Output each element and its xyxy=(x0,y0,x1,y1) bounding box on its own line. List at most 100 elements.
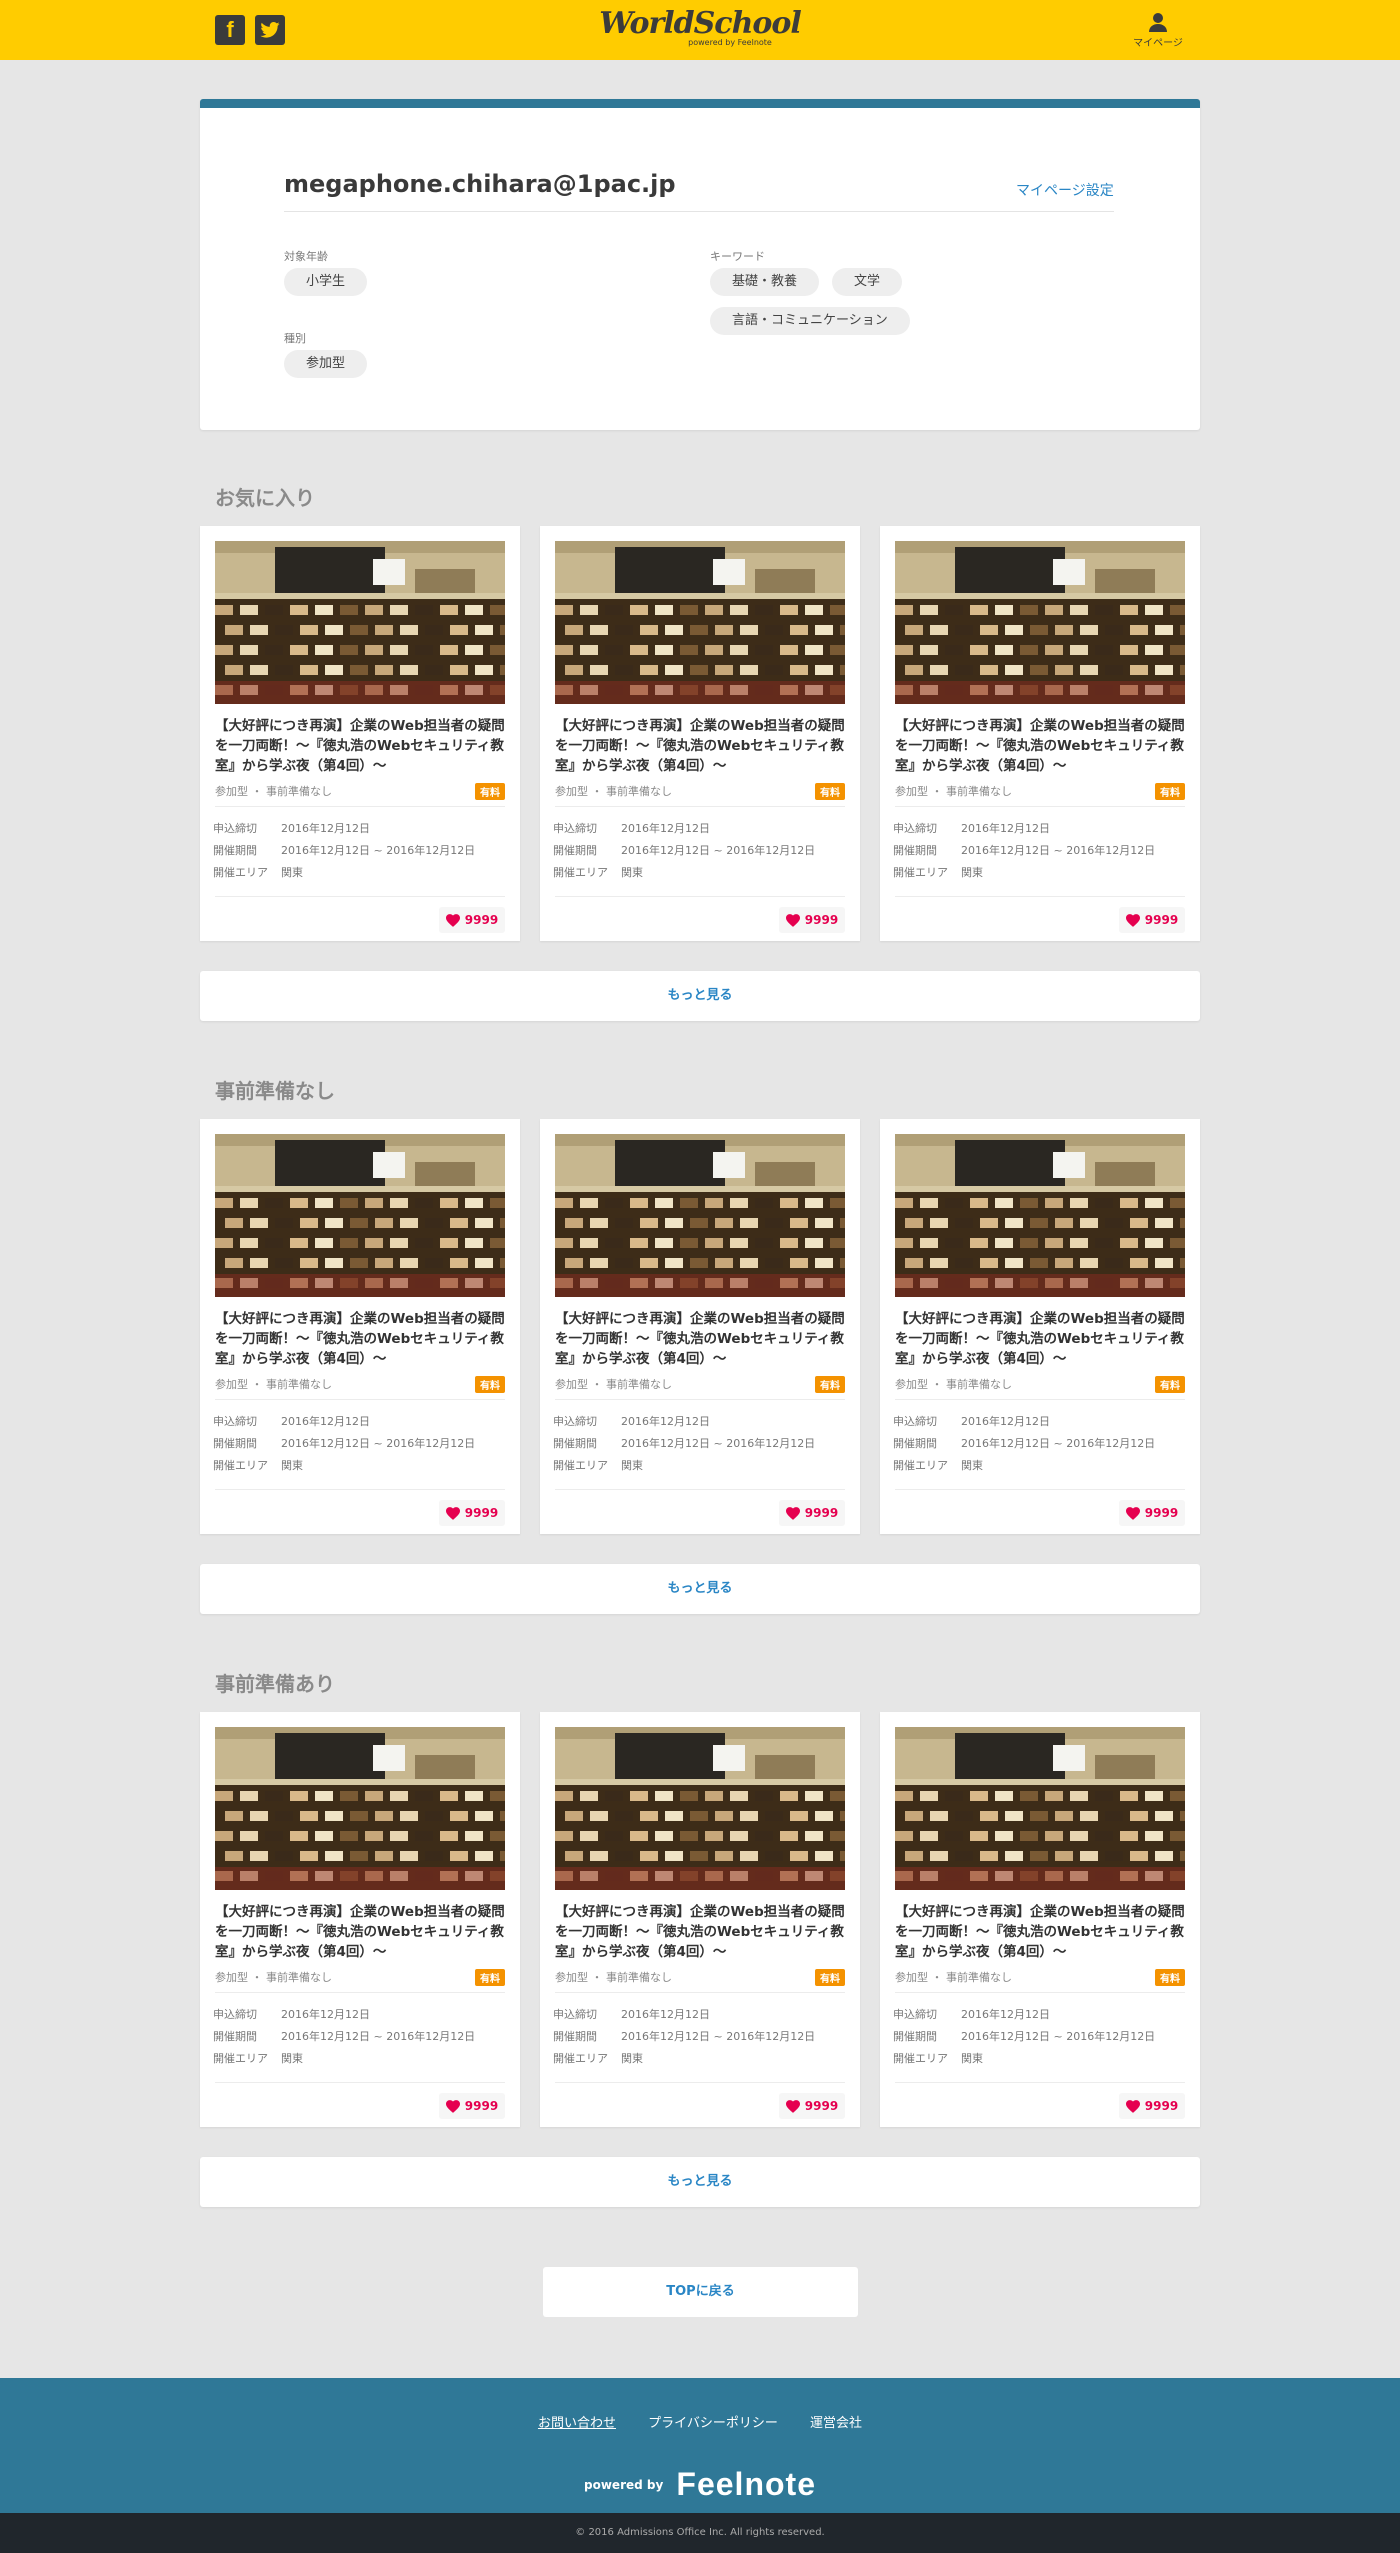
divider xyxy=(895,896,1185,897)
keyword-tag: 基礎・教養 xyxy=(710,268,820,296)
info-value: 2016年12月12日 ~ 2016年12月12日 xyxy=(621,844,816,857)
event-card[interactable]: 【大好評につき再演】企業のWeb担当者の疑問を一刀両断！〜『徳丸浩のWebセキュ… xyxy=(540,1119,860,1534)
show-more-button[interactable]: もっと見る xyxy=(200,2157,1200,2207)
event-photo-graphic xyxy=(895,1134,1185,1297)
heart-icon xyxy=(1125,913,1140,927)
event-photo[interactable] xyxy=(215,1134,505,1297)
site-logo[interactable]: WorldSchool powered by Feelnote xyxy=(0,6,1400,48)
event-card[interactable]: 【大好評につき再演】企業のWeb担当者の疑問を一刀両断！〜『徳丸浩のWebセキュ… xyxy=(200,1712,520,2127)
like-button[interactable]: 9999 xyxy=(779,2093,845,2119)
event-info-deadline: 申込締切 2016年12月12日 xyxy=(213,2006,370,2022)
info-label: 申込締切 xyxy=(893,2008,937,2021)
event-card[interactable]: 【大好評につき再演】企業のWeb担当者の疑問を一刀両断！〜『徳丸浩のWebセキュ… xyxy=(200,526,520,941)
info-label: 開催エリア xyxy=(213,2052,268,2065)
like-count: 9999 xyxy=(1144,2099,1179,2113)
footer-link-contact[interactable]: お問い合わせ xyxy=(538,2416,616,2431)
event-info-period: 開催期間 2016年12月12日 ~ 2016年12月12日 xyxy=(213,1435,475,1451)
event-photo[interactable] xyxy=(895,1727,1185,1890)
event-photo[interactable] xyxy=(895,541,1185,704)
event-info-period: 開催期間 2016年12月12日 ~ 2016年12月12日 xyxy=(893,2028,1155,2044)
like-button[interactable]: 9999 xyxy=(1119,1500,1185,1526)
footer-link-company[interactable]: 運営会社 xyxy=(810,2416,862,2431)
like-button[interactable]: 9999 xyxy=(439,907,505,933)
info-value: 2016年12月12日 ~ 2016年12月12日 xyxy=(621,2030,816,2043)
event-photo[interactable] xyxy=(555,541,845,704)
mypage-button[interactable]: マイページ xyxy=(1128,12,1188,49)
mypage-settings-link[interactable]: マイページ設定 xyxy=(1016,180,1114,200)
event-photo[interactable] xyxy=(215,1727,505,1890)
event-card[interactable]: 【大好評につき再演】企業のWeb担当者の疑問を一刀両断！〜『徳丸浩のWebセキュ… xyxy=(200,1119,520,1534)
info-label: 開催エリア xyxy=(553,1459,608,1472)
event-photo-graphic xyxy=(555,1727,845,1890)
event-info-period: 開催期間 2016年12月12日 ~ 2016年12月12日 xyxy=(553,842,815,858)
like-button[interactable]: 9999 xyxy=(779,1500,845,1526)
like-button[interactable]: 9999 xyxy=(779,907,845,933)
like-button[interactable]: 9999 xyxy=(439,2093,505,2119)
like-button[interactable]: 9999 xyxy=(1119,2093,1185,2119)
event-info-deadline: 申込締切 2016年12月12日 xyxy=(893,1413,1050,1429)
event-title[interactable]: 【大好評につき再演】企業のWeb担当者の疑問を一刀両断！〜『徳丸浩のWebセキュ… xyxy=(555,1902,845,1962)
event-title[interactable]: 【大好評につき再演】企業のWeb担当者の疑問を一刀両断！〜『徳丸浩のWebセキュ… xyxy=(215,716,505,776)
info-value: 2016年12月12日 xyxy=(281,822,370,835)
profile-email: megaphone.chihara@1pac.jp xyxy=(284,170,676,198)
event-photo[interactable] xyxy=(555,1727,845,1890)
fee-badge: 有料 xyxy=(1155,1969,1185,1986)
info-value: 関東 xyxy=(621,866,643,879)
age-tag: 小学生 xyxy=(284,268,368,296)
logo-text: WorldSchool xyxy=(599,6,802,41)
like-count: 9999 xyxy=(1144,913,1179,927)
info-value: 2016年12月12日 ~ 2016年12月12日 xyxy=(961,2030,1156,2043)
event-title[interactable]: 【大好評につき再演】企業のWeb担当者の疑問を一刀両断！〜『徳丸浩のWebセキュ… xyxy=(215,1309,505,1369)
like-button[interactable]: 9999 xyxy=(439,1500,505,1526)
divider xyxy=(895,1399,1185,1400)
divider xyxy=(215,896,505,897)
info-value: 関東 xyxy=(281,2052,303,2065)
user-icon xyxy=(1149,13,1167,32)
event-info-period: 開催期間 2016年12月12日 ~ 2016年12月12日 xyxy=(553,2028,815,2044)
event-info-period: 開催期間 2016年12月12日 ~ 2016年12月12日 xyxy=(893,842,1155,858)
event-meta: 参加型 ・ 事前準備なし xyxy=(555,785,672,798)
event-info-area: 開催エリア 関東 xyxy=(553,2050,643,2066)
show-more-button[interactable]: もっと見る xyxy=(200,971,1200,1021)
info-value: 2016年12月12日 xyxy=(961,822,1050,835)
event-card[interactable]: 【大好評につき再演】企業のWeb担当者の疑問を一刀両断！〜『徳丸浩のWebセキュ… xyxy=(880,526,1200,941)
fee-badge: 有料 xyxy=(1155,783,1185,800)
event-title[interactable]: 【大好評につき再演】企業のWeb担当者の疑問を一刀両断！〜『徳丸浩のWebセキュ… xyxy=(555,1309,845,1369)
event-title[interactable]: 【大好評につき再演】企業のWeb担当者の疑問を一刀両断！〜『徳丸浩のWebセキュ… xyxy=(215,1902,505,1962)
back-to-top-button[interactable]: TOPに戻る xyxy=(543,2267,858,2317)
event-card[interactable]: 【大好評につき再演】企業のWeb担当者の疑問を一刀両断！〜『徳丸浩のWebセキュ… xyxy=(880,1119,1200,1534)
event-title[interactable]: 【大好評につき再演】企業のWeb担当者の疑問を一刀両断！〜『徳丸浩のWebセキュ… xyxy=(895,1309,1185,1369)
info-label: 開催エリア xyxy=(553,866,608,879)
divider xyxy=(215,1489,505,1490)
event-photo[interactable] xyxy=(215,541,505,704)
event-title[interactable]: 【大好評につき再演】企業のWeb担当者の疑問を一刀両断！〜『徳丸浩のWebセキュ… xyxy=(895,1902,1185,1962)
event-card[interactable]: 【大好評につき再演】企業のWeb担当者の疑問を一刀両断！〜『徳丸浩のWebセキュ… xyxy=(540,526,860,941)
age-label: 対象年齢 xyxy=(284,250,328,263)
heart-icon xyxy=(1125,2099,1140,2113)
info-label: 開催期間 xyxy=(213,1437,257,1450)
keyword-tag: 文学 xyxy=(832,268,903,296)
event-info-deadline: 申込締切 2016年12月12日 xyxy=(213,1413,370,1429)
info-label: 申込締切 xyxy=(553,2008,597,2021)
event-title[interactable]: 【大好評につき再演】企業のWeb担当者の疑問を一刀両断！〜『徳丸浩のWebセキュ… xyxy=(555,716,845,776)
info-label: 開催期間 xyxy=(553,2030,597,2043)
event-card[interactable]: 【大好評につき再演】企業のWeb担当者の疑問を一刀両断！〜『徳丸浩のWebセキュ… xyxy=(880,1712,1200,2127)
feelnote-logo[interactable]: Feelnote xyxy=(676,2466,816,2502)
heart-icon xyxy=(785,2099,800,2113)
event-photo[interactable] xyxy=(895,1134,1185,1297)
footer-links: お問い合わせ プライバシーポリシー 運営会社 xyxy=(0,2412,1400,2431)
show-more-button[interactable]: もっと見る xyxy=(200,1564,1200,1614)
info-label: 開催期間 xyxy=(213,2030,257,2043)
like-count: 9999 xyxy=(464,913,499,927)
event-meta: 参加型 ・ 事前準備なし xyxy=(895,785,1012,798)
event-title[interactable]: 【大好評につき再演】企業のWeb担当者の疑問を一刀両断！〜『徳丸浩のWebセキュ… xyxy=(895,716,1185,776)
event-meta: 参加型 ・ 事前準備なし xyxy=(215,785,332,798)
like-button[interactable]: 9999 xyxy=(1119,907,1185,933)
info-value: 関東 xyxy=(281,866,303,879)
event-photo[interactable] xyxy=(555,1134,845,1297)
footer-link-privacy[interactable]: プライバシーポリシー xyxy=(648,2416,778,2431)
event-card[interactable]: 【大好評につき再演】企業のWeb担当者の疑問を一刀両断！〜『徳丸浩のWebセキュ… xyxy=(540,1712,860,2127)
event-info-area: 開催エリア 関東 xyxy=(213,1457,303,1473)
info-value: 関東 xyxy=(961,866,983,879)
info-label: 開催エリア xyxy=(213,1459,268,1472)
